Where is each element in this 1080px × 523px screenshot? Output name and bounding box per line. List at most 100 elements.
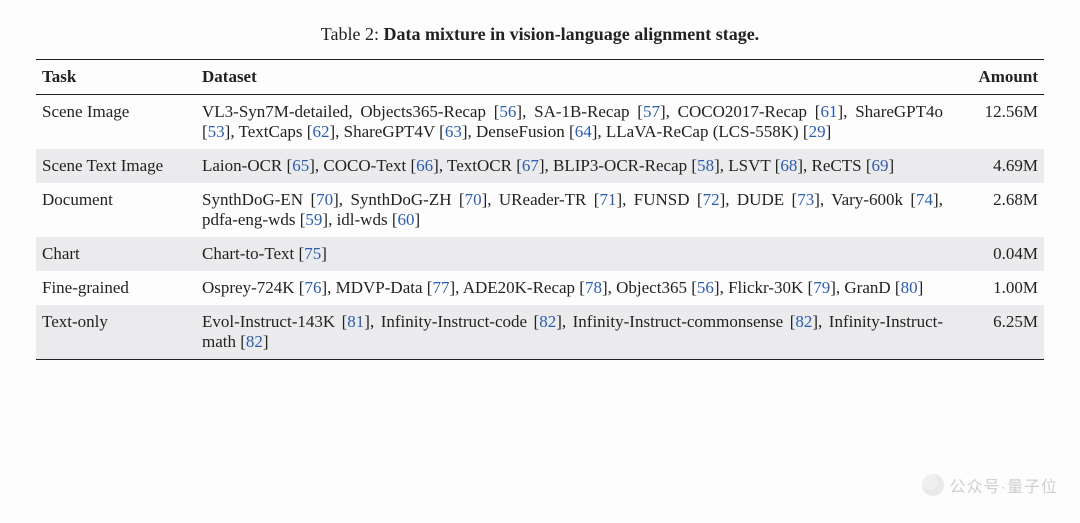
separator: , [622,190,634,209]
citation-link[interactable]: 75 [304,244,321,263]
citation-link[interactable]: 57 [643,102,660,121]
separator: , [720,156,729,175]
table-header-row: Task Dataset Amount [36,60,1044,95]
citation-link[interactable]: 71 [599,190,616,209]
separator: , [843,102,855,121]
citation-link[interactable]: 61 [820,102,837,121]
citation-link[interactable]: 60 [397,210,414,229]
citation-link[interactable]: 78 [585,278,602,297]
caption-title: Data mixture in vision-language alignmen… [384,24,760,44]
citation-link[interactable]: 76 [304,278,321,297]
dataset-name: LSVT [728,156,770,175]
dataset-name: COCO2017-Recap [678,102,807,121]
dataset-item: VL3-Syn7M-detailed [202,102,348,121]
task-cell: Chart [36,237,196,271]
separator: , [230,122,238,141]
dataset-name: VL3-Syn7M-detailed [202,102,348,121]
citation-link[interactable]: 72 [703,190,720,209]
citation-link[interactable]: 82 [795,312,812,331]
citation-link[interactable]: 56 [499,102,516,121]
dataset-item: Evol-Instruct-143K [81] [202,312,370,331]
dataset-name: Vary-600k [831,190,903,209]
citation-link[interactable]: 74 [916,190,933,209]
separator: , [348,102,360,121]
citation-link[interactable]: 81 [347,312,364,331]
dataset-name: ADE20K-Recap [463,278,575,297]
table-row: ChartChart-to-Text [75]0.04M [36,237,1044,271]
citation-link[interactable]: 59 [305,210,322,229]
dataset-item: COCO-Text [66] [323,156,438,175]
task-cell: Fine-grained [36,271,196,305]
dataset-item: COCO2017-Recap [61] [678,102,844,121]
citation-link[interactable]: 79 [813,278,830,297]
citation-link[interactable]: 70 [316,190,333,209]
dataset-item: idl-wds [60] [337,210,421,229]
citation-link[interactable]: 63 [445,122,462,141]
dataset-item: UReader-TR [71] [499,190,622,209]
amount-cell: 2.68M [949,183,1044,237]
dataset-name: COCO-Text [323,156,406,175]
dataset-name: DenseFusion [476,122,565,141]
citation-link[interactable]: 29 [809,122,826,141]
citation-link[interactable]: 62 [312,122,329,141]
table-row: Scene Text ImageLaion-OCR [65], COCO-Tex… [36,149,1044,183]
citation-link[interactable]: 69 [872,156,889,175]
dataset-item: Vary-600k [74] [831,190,939,209]
citation-link[interactable]: 65 [292,156,309,175]
citation-link[interactable]: 58 [697,156,714,175]
dataset-name: MDVP-Data [336,278,423,297]
citation-link[interactable]: 73 [797,190,814,209]
citation-link[interactable]: 77 [432,278,449,297]
dataset-item: SynthDoG-ZH [70] [350,190,487,209]
task-cell: Text-only [36,305,196,360]
citation-link[interactable]: 82 [539,312,556,331]
separator: , [939,190,943,209]
dataset-name: Flickr-30K [728,278,803,297]
table-row: Text-onlyEvol-Instruct-143K [81], Infini… [36,305,1044,360]
dataset-item: Osprey-724K [76] [202,278,327,297]
separator: , [455,278,463,297]
caption-label: Table 2: [321,24,379,44]
task-cell: Scene Image [36,95,196,150]
citation-link[interactable]: 56 [697,278,714,297]
amount-cell: 1.00M [949,271,1044,305]
dataset-name: TextOCR [447,156,512,175]
dataset-item: ReCTS [69] [812,156,895,175]
separator: , [522,102,534,121]
data-mixture-table: Task Dataset Amount Scene ImageVL3-Syn7M… [36,59,1044,360]
separator: , [370,312,381,331]
separator: , [725,190,737,209]
amount-cell: 4.69M [949,149,1044,183]
dataset-name: BLIP3-OCR-Recap [553,156,687,175]
dataset-name: ShareGPT4o [855,102,943,121]
dataset-item: BLIP3-OCR-Recap [58] [553,156,720,175]
dataset-item: Laion-OCR [65] [202,156,315,175]
task-cell: Document [36,183,196,237]
dataset-cell: VL3-Syn7M-detailed, Objects365-Recap [56… [196,95,949,150]
dataset-item: TextOCR [67] [447,156,545,175]
citation-link[interactable]: 80 [901,278,918,297]
dataset-item: LLaVA-ReCap (LCS-558K) [29] [606,122,831,141]
dataset-name: UReader-TR [499,190,586,209]
citation-link[interactable]: 64 [575,122,592,141]
dataset-item: Objects365-Recap [56] [360,102,522,121]
citation-link[interactable]: 67 [522,156,539,175]
citation-link[interactable]: 66 [416,156,433,175]
table-row: Fine-grainedOsprey-724K [76], MDVP-Data … [36,271,1044,305]
separator: , [339,190,351,209]
citation-link[interactable]: 82 [246,332,263,351]
dataset-name: Chart-to-Text [202,244,294,263]
dataset-name: TextCaps [239,122,303,141]
dataset-name: ReCTS [812,156,862,175]
amount-cell: 6.25M [949,305,1044,360]
dataset-item: ShareGPT4V [63] [344,122,468,141]
citation-link[interactable]: 68 [780,156,797,175]
separator: , [487,190,499,209]
dataset-item: SynthDoG-EN [70] [202,190,339,209]
table-row: Scene ImageVL3-Syn7M-detailed, Objects36… [36,95,1044,150]
dataset-name: LLaVA-ReCap (LCS-558K) [606,122,799,141]
separator: , [545,156,554,175]
dataset-name: FUNSD [634,190,690,209]
citation-link[interactable]: 70 [465,190,482,209]
citation-link[interactable]: 53 [208,122,225,141]
